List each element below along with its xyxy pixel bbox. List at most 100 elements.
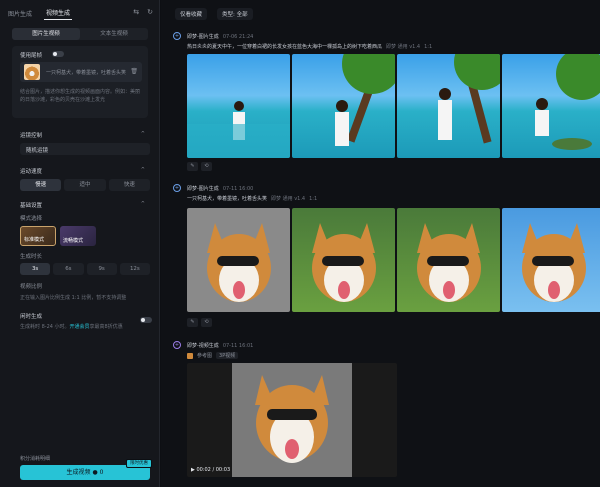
video-tag: 3P视频 bbox=[216, 352, 239, 359]
filter-bar: 仅看收藏 类型: 全部 bbox=[175, 8, 253, 20]
entry-title: 即梦-视频生成 07-11 16:01 bbox=[187, 342, 253, 349]
result-image[interactable] bbox=[187, 208, 290, 312]
tab-text-to-video[interactable]: 文本生视频 bbox=[80, 28, 148, 40]
entry-title-text: 即梦-图片生成 bbox=[187, 34, 219, 40]
free-gen-hint: 生成耗时 8-24 小时。开通会员享最高8折优惠 bbox=[20, 323, 123, 330]
generate-label: 生成视频 bbox=[66, 469, 91, 476]
result-image[interactable] bbox=[397, 208, 500, 312]
video-player[interactable]: ▶ 00:02 / 00:03 bbox=[187, 363, 397, 477]
entry-time: 07-06 21:24 bbox=[222, 34, 254, 40]
use-ref-toggle[interactable] bbox=[52, 51, 64, 57]
plus-icon[interactable]: + bbox=[173, 184, 181, 192]
retry-icon[interactable]: ⟲ bbox=[201, 318, 212, 327]
coin-icon: ● bbox=[92, 469, 98, 476]
entry-prompt: 热日炎炎的夏天中午，一位穿着白裙的长发女孩在蓝色大海中一棵孤岛上的树下吃着西瓜即… bbox=[187, 43, 432, 50]
speed-label: 运动速度 bbox=[20, 169, 43, 175]
chevron-up-icon[interactable]: ^ bbox=[141, 167, 145, 173]
left-panel: 图片生成 视频生成 ⇆ ↻ 图片生视频 文本生视频 使用尾帧 一只柯基犬，带着墨… bbox=[0, 0, 160, 487]
mode-standard[interactable]: 标准模式 bbox=[20, 226, 56, 246]
ratio-label: 视频比例 bbox=[20, 284, 43, 290]
chevron-up-icon[interactable]: ^ bbox=[141, 201, 145, 207]
ratio-meta: 1:1 bbox=[309, 196, 318, 202]
entry-prompt: 一只柯基犬，带着墨镜，吐着舌头笑 即梦 通用 v1.4 1:1 bbox=[187, 195, 317, 202]
tab-image-to-video[interactable]: 图片生视频 bbox=[12, 28, 80, 40]
mode-label: 模式选择 bbox=[20, 216, 43, 222]
duration-label: 生成时长 bbox=[20, 254, 43, 260]
edit-icon[interactable]: ✎ bbox=[187, 318, 198, 327]
mode-smooth[interactable]: 流畅模式 bbox=[60, 226, 96, 246]
ref-label[interactable]: 参考图 bbox=[197, 352, 212, 359]
result-image[interactable] bbox=[397, 54, 500, 158]
entry-time: 07-11 16:01 bbox=[222, 343, 254, 349]
free-gen-label: 闲时生成 bbox=[20, 314, 43, 320]
promo-badge: 限时优惠 bbox=[126, 459, 152, 468]
free-gen-toggle[interactable] bbox=[140, 317, 152, 323]
speed-fast[interactable]: 快速 bbox=[108, 179, 150, 191]
camera-select[interactable]: 随机运镜 ⇄ bbox=[20, 143, 150, 155]
entry-title-text: 即梦-视频生成 bbox=[187, 343, 219, 349]
result-image[interactable] bbox=[292, 208, 395, 312]
duration-3s[interactable]: 3s bbox=[20, 263, 51, 275]
mode-smooth-label: 流畅模式 bbox=[63, 238, 84, 244]
ref-thumb-icon bbox=[187, 352, 193, 359]
plus-icon[interactable]: + bbox=[173, 32, 181, 40]
speed-slow[interactable]: 慢速 bbox=[20, 179, 62, 191]
entry-time: 07-11 16:00 bbox=[222, 186, 254, 192]
ref-chip: 参考图 3P视频 bbox=[187, 352, 239, 359]
duration-12s[interactable]: 12s bbox=[119, 263, 150, 275]
ref-thumbnail[interactable] bbox=[24, 64, 40, 80]
duration-9s[interactable]: 9s bbox=[86, 263, 117, 275]
entry-actions: ✎ ⟲ bbox=[187, 162, 212, 171]
ratio-hint: 正在输入图片比例生成 1:1 比例，暂不支持调整 bbox=[20, 295, 127, 301]
entry-title-text: 即梦-图片生成 bbox=[187, 186, 219, 192]
cost-detail[interactable]: 积分消耗明细 bbox=[20, 455, 50, 462]
model-meta: 即梦 通用 v1.4 bbox=[271, 196, 306, 202]
prompt-text: 热日炎炎的夏天中午，一位穿着白裙的长发女孩在蓝色大海中一棵孤岛上的树下吃着西瓜 bbox=[187, 44, 383, 50]
image-grid bbox=[187, 208, 600, 312]
basic-settings-label: 基础设置 bbox=[20, 203, 43, 209]
mode-tabs: 图片生成 视频生成 bbox=[6, 6, 73, 20]
swap-icon: ⇄ bbox=[26, 146, 31, 152]
entry-title: 即梦-图片生成 07-11 16:00 bbox=[187, 185, 253, 192]
speed-medium[interactable]: 适中 bbox=[64, 179, 106, 191]
video-time: 00:02 / 00:03 bbox=[196, 467, 231, 473]
result-image[interactable] bbox=[502, 208, 600, 312]
duration-6s[interactable]: 6s bbox=[53, 263, 84, 275]
result-entry: + 即梦-图片生成 07-11 16:00 一只柯基犬，带着墨镜，吐着舌头笑 即梦 … bbox=[173, 184, 600, 327]
speed-selector: 慢速 适中 快速 bbox=[20, 179, 150, 191]
edit-icon[interactable]: ✎ bbox=[187, 162, 198, 171]
refresh-icon[interactable]: ↻ bbox=[147, 8, 153, 16]
input-card: 使用尾帧 一只柯基犬，带着墨镜，吐着舌头笑 🗑 结合图片，描述你想生成的视频画面… bbox=[12, 46, 148, 118]
result-entry: + 即梦-图片生成 07-06 21:24 热日炎炎的夏天中午，一位穿着白裙的长发… bbox=[173, 32, 600, 171]
result-image[interactable] bbox=[502, 54, 600, 158]
free-hint-text: 生成耗时 8-24 小时。 bbox=[20, 324, 70, 330]
model-meta: 即梦 通用 v1.4 bbox=[386, 44, 421, 50]
result-entry: + 即梦-视频生成 07-11 16:01 参考图 3P视频 ▶ 00:02 / … bbox=[173, 341, 593, 481]
type-filter[interactable]: 类型: 全部 bbox=[217, 8, 253, 20]
mode-standard-label: 标准模式 bbox=[24, 237, 45, 243]
camera-control-label: 运镜控制 bbox=[20, 133, 43, 139]
generate-video-button[interactable]: 生成视频 ● 0 限时优惠 bbox=[20, 459, 152, 480]
result-image[interactable] bbox=[187, 54, 290, 158]
ratio-meta: 1:1 bbox=[424, 44, 433, 50]
prompt-text: 一只柯基犬，带着墨镜，吐着舌头笑 bbox=[187, 196, 268, 202]
tab-video-gen[interactable]: 视频生成 bbox=[44, 6, 73, 20]
favorites-filter[interactable]: 仅看收藏 bbox=[175, 8, 208, 20]
top-icons: ⇆ ↻ bbox=[133, 8, 153, 16]
sub-tabs: 图片生视频 文本生视频 bbox=[12, 28, 148, 40]
chevron-up-icon[interactable]: ^ bbox=[141, 131, 145, 137]
play-icon[interactable]: ▶ bbox=[191, 467, 195, 473]
entry-actions: ✎ ⟲ bbox=[187, 318, 212, 327]
prompt-text: 一只柯基犬，带着墨镜，吐着舌头笑 bbox=[46, 70, 127, 76]
video-plus-icon[interactable]: + bbox=[173, 341, 181, 349]
use-ref-label: 使用尾帧 bbox=[20, 53, 43, 59]
entry-title: 即梦-图片生成 07-06 21:24 bbox=[187, 33, 253, 40]
mode-options: 标准模式 流畅模式 bbox=[20, 226, 96, 246]
swap-icon[interactable]: ⇆ bbox=[133, 8, 139, 16]
vip-link[interactable]: 开通会员 bbox=[70, 324, 90, 330]
result-image[interactable] bbox=[292, 54, 395, 158]
tab-image-gen[interactable]: 图片生成 bbox=[6, 7, 34, 20]
retry-icon[interactable]: ⟲ bbox=[201, 162, 212, 171]
trash-icon[interactable]: 🗑 bbox=[130, 68, 138, 75]
prompt-box[interactable]: 一只柯基犬，带着墨镜，吐着舌头笑 🗑 bbox=[20, 62, 142, 82]
